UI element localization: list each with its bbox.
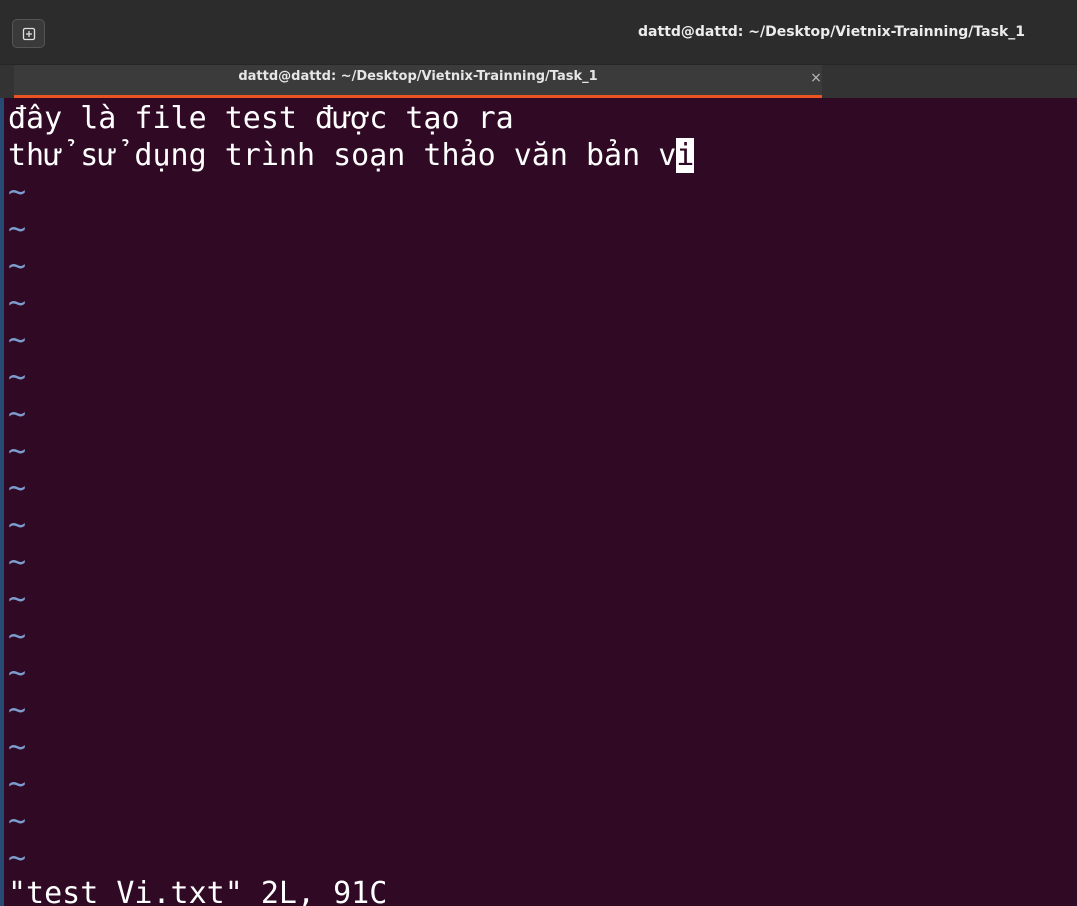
terminal-editor[interactable]: đây là file test được tạo ra thử sử dụng… [0,98,1077,906]
vim-status-line: "test Vi.txt" 2L, 91C [8,876,388,906]
window-titlebar: dattd@dattd: ~/Desktop/Vietnix-Trainning… [0,0,1077,64]
new-tab-button[interactable] [12,19,45,48]
window-title: dattd@dattd: ~/Desktop/Vietnix-Trainning… [638,24,1025,40]
empty-line-marker: ~ [8,434,27,469]
terminal-tab[interactable]: dattd@dattd: ~/Desktop/Vietnix-Trainning… [14,65,822,98]
empty-line-marker: ~ [8,730,27,765]
text-cursor: i [676,138,695,173]
empty-line-marker: ~ [8,323,27,358]
new-tab-icon [22,27,35,40]
empty-line-marker: ~ [8,582,27,617]
close-icon[interactable]: × [808,70,824,86]
empty-line-marker: ~ [8,841,27,876]
editor-line-1: đây là file test được tạo ra [8,101,514,136]
empty-line-marker: ~ [8,360,27,395]
tab-label: dattd@dattd: ~/Desktop/Vietnix-Trainning… [238,69,598,84]
empty-line-marker: ~ [8,656,27,691]
editor-line-2: thử sử dụng trình soạn thảo văn bản vi [8,137,695,174]
empty-line-marker: ~ [8,471,27,506]
background-window-edge [0,98,4,906]
empty-line-marker: ~ [8,693,27,728]
empty-line-marker: ~ [8,619,27,654]
empty-line-marker: ~ [8,767,27,802]
empty-line-marker: ~ [8,508,27,543]
empty-line-marker: ~ [8,545,27,580]
tab-bar: dattd@dattd: ~/Desktop/Vietnix-Trainning… [0,64,1077,98]
empty-line-marker: ~ [8,175,27,210]
empty-line-marker: ~ [8,804,27,839]
empty-line-marker: ~ [8,212,27,247]
editor-line-2-text: thử sử dụng trình soạn thảo văn bản v [8,138,677,173]
empty-line-marker: ~ [8,397,27,432]
empty-line-marker: ~ [8,286,27,321]
empty-line-marker: ~ [8,249,27,284]
